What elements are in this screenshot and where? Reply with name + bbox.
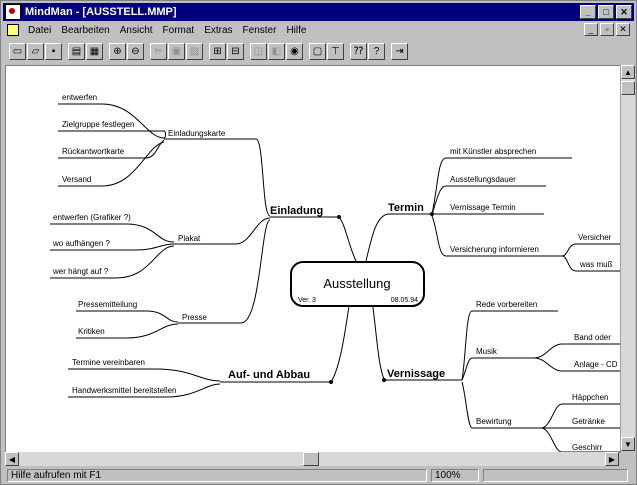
cut-icon[interactable]: ✂	[150, 42, 167, 60]
collapse-icon[interactable]: ◧	[268, 42, 285, 60]
menu-fenster[interactable]: Fenster	[238, 25, 282, 36]
horizontal-scrollbar[interactable]: ◀ ▶	[5, 452, 619, 466]
status-empty	[483, 469, 628, 482]
status-bar: Hilfe aufrufen mit F1 100%	[3, 468, 634, 483]
exit-icon[interactable]: ⇥	[391, 42, 408, 60]
node-musik[interactable]: Musik	[476, 347, 498, 356]
print-icon[interactable]: ▤	[68, 42, 85, 60]
scroll-up-icon[interactable]: ▲	[621, 65, 635, 79]
minimize-button[interactable]: _	[580, 5, 596, 19]
open-folder-icon[interactable]: ▱	[27, 42, 44, 60]
copy-icon[interactable]: ▣	[168, 42, 185, 60]
vertical-scrollbar[interactable]: ▲ ▼	[620, 65, 635, 451]
expand-icon[interactable]: ◫	[250, 42, 267, 60]
node-zielgruppe[interactable]: Zielgruppe festlegen	[62, 120, 135, 129]
status-help-text: Hilfe aufrufen mit F1	[7, 469, 427, 482]
node-plakat-entwerfen[interactable]: entwerfen (Grafiker ?)	[53, 213, 131, 222]
node-wo-aufhaengen[interactable]: wo aufhängen ?	[52, 239, 110, 248]
doc-minimize-button[interactable]: _	[584, 23, 598, 36]
node-was-muss[interactable]: was muß	[579, 260, 613, 269]
node-rede[interactable]: Rede vorbereiten	[476, 300, 537, 309]
insert-branch-icon[interactable]: ⊞	[209, 42, 226, 60]
help-context-icon[interactable]: ⁇	[350, 42, 367, 60]
properties-icon[interactable]: ▢	[309, 42, 326, 60]
node-versicherung[interactable]: Versicherung informieren	[450, 245, 539, 254]
node-kuenstler-absprechen[interactable]: mit Künstler absprechen	[450, 147, 536, 156]
paste-icon[interactable]: ▧	[186, 42, 203, 60]
node-bewirtung[interactable]: Bewirtung	[476, 417, 512, 426]
print-preview-icon[interactable]: ▦	[86, 42, 103, 60]
outline-icon[interactable]: ⊤	[327, 42, 344, 60]
node-wer-haengt-auf[interactable]: wer hängt auf ?	[52, 267, 109, 276]
node-termine-vereinbaren[interactable]: Termine vereinbaren	[72, 358, 145, 367]
close-button[interactable]: ✕	[616, 5, 632, 19]
node-versand[interactable]: Versand	[62, 175, 91, 184]
zoom-in-icon[interactable]: ⊕	[109, 42, 126, 60]
node-getraenke[interactable]: Getränke	[572, 417, 605, 426]
branch-einladung[interactable]: Einladung	[270, 205, 323, 217]
window-title: MindMan - [AUSSTELL.MMP]	[25, 6, 177, 18]
menu-extras[interactable]: Extras	[199, 25, 237, 36]
save-icon[interactable]: ▪	[45, 42, 62, 60]
branch-vernissage[interactable]: Vernissage	[387, 368, 445, 380]
center-icon[interactable]: ◉	[286, 42, 303, 60]
center-title: Ausstellung	[323, 276, 390, 291]
node-versicher[interactable]: Versicher	[578, 233, 612, 242]
node-vernissage-termin[interactable]: Vernissage Termin	[450, 203, 516, 212]
node-kritiken[interactable]: Kritiken	[78, 327, 105, 336]
menu-ansicht[interactable]: Ansicht	[115, 25, 158, 36]
zoom-out-icon[interactable]: ⊖	[127, 42, 144, 60]
delete-branch-icon[interactable]: ⊟	[227, 42, 244, 60]
status-zoom: 100%	[431, 469, 479, 482]
horizontal-scroll-thumb[interactable]	[303, 452, 319, 466]
document-icon[interactable]	[7, 24, 19, 36]
scroll-right-icon[interactable]: ▶	[605, 452, 619, 466]
node-rueckantwortkarte[interactable]: Rückantwortkarte	[62, 147, 125, 156]
node-geschirr[interactable]: Geschirr	[572, 443, 603, 452]
node-pressemitteilung[interactable]: Pressemitteilung	[78, 300, 137, 309]
help-icon[interactable]: ?	[368, 42, 385, 60]
node-haeppchen[interactable]: Häppchen	[572, 393, 608, 402]
menu-bearbeiten[interactable]: Bearbeiten	[56, 25, 114, 36]
doc-restore-button[interactable]: ▫	[600, 23, 614, 36]
node-einladungskarte[interactable]: Einladungskarte	[168, 129, 226, 138]
menu-bar: Datei Bearbeiten Ansicht Format Extras F…	[3, 22, 634, 38]
scroll-left-icon[interactable]: ◀	[5, 452, 19, 466]
branch-termin[interactable]: Termin	[388, 202, 424, 214]
new-file-icon[interactable]: ▭	[9, 42, 26, 60]
branch-auf-und-abbau[interactable]: Auf- und Abbau	[228, 369, 310, 381]
node-presse[interactable]: Presse	[182, 313, 207, 322]
app-icon[interactable]	[5, 4, 21, 20]
menu-hilfe[interactable]: Hilfe	[281, 25, 311, 36]
menu-datei[interactable]: Datei	[23, 25, 56, 36]
node-anlage-cd[interactable]: Anlage - CD	[574, 360, 618, 369]
center-version: Ver. 3	[298, 297, 316, 304]
node-handwerksmittel[interactable]: Handwerksmittel bereitstellen	[72, 386, 177, 395]
mindmap-canvas[interactable]: Ausstellung Ver. 3 08.05.94 Einladung Au…	[5, 65, 621, 453]
vertical-scroll-thumb[interactable]	[621, 81, 635, 95]
menu-format[interactable]: Format	[158, 25, 200, 36]
node-band[interactable]: Band oder	[574, 333, 611, 342]
node-entwerfen[interactable]: entwerfen	[62, 93, 97, 102]
center-date: 08.05.94	[391, 297, 418, 304]
toolbar: ▭ ▱ ▪ ▤ ▦ ⊕ ⊖ ✂ ▣ ▧ ⊞ ⊟ ◫ ◧ ◉ ▢ ⊤ ⁇ ? ⇥	[3, 39, 634, 63]
node-plakat[interactable]: Plakat	[178, 234, 201, 243]
node-ausstellungsdauer[interactable]: Ausstellungsdauer	[450, 175, 516, 184]
title-bar[interactable]: MindMan - [AUSSTELL.MMP] _ □ ✕	[3, 3, 634, 21]
app-window: MindMan - [AUSSTELL.MMP] _ □ ✕ Datei Bea…	[0, 0, 637, 485]
maximize-button[interactable]: □	[598, 5, 614, 19]
doc-close-button[interactable]: ✕	[616, 23, 630, 36]
scroll-down-icon[interactable]: ▼	[621, 437, 635, 451]
